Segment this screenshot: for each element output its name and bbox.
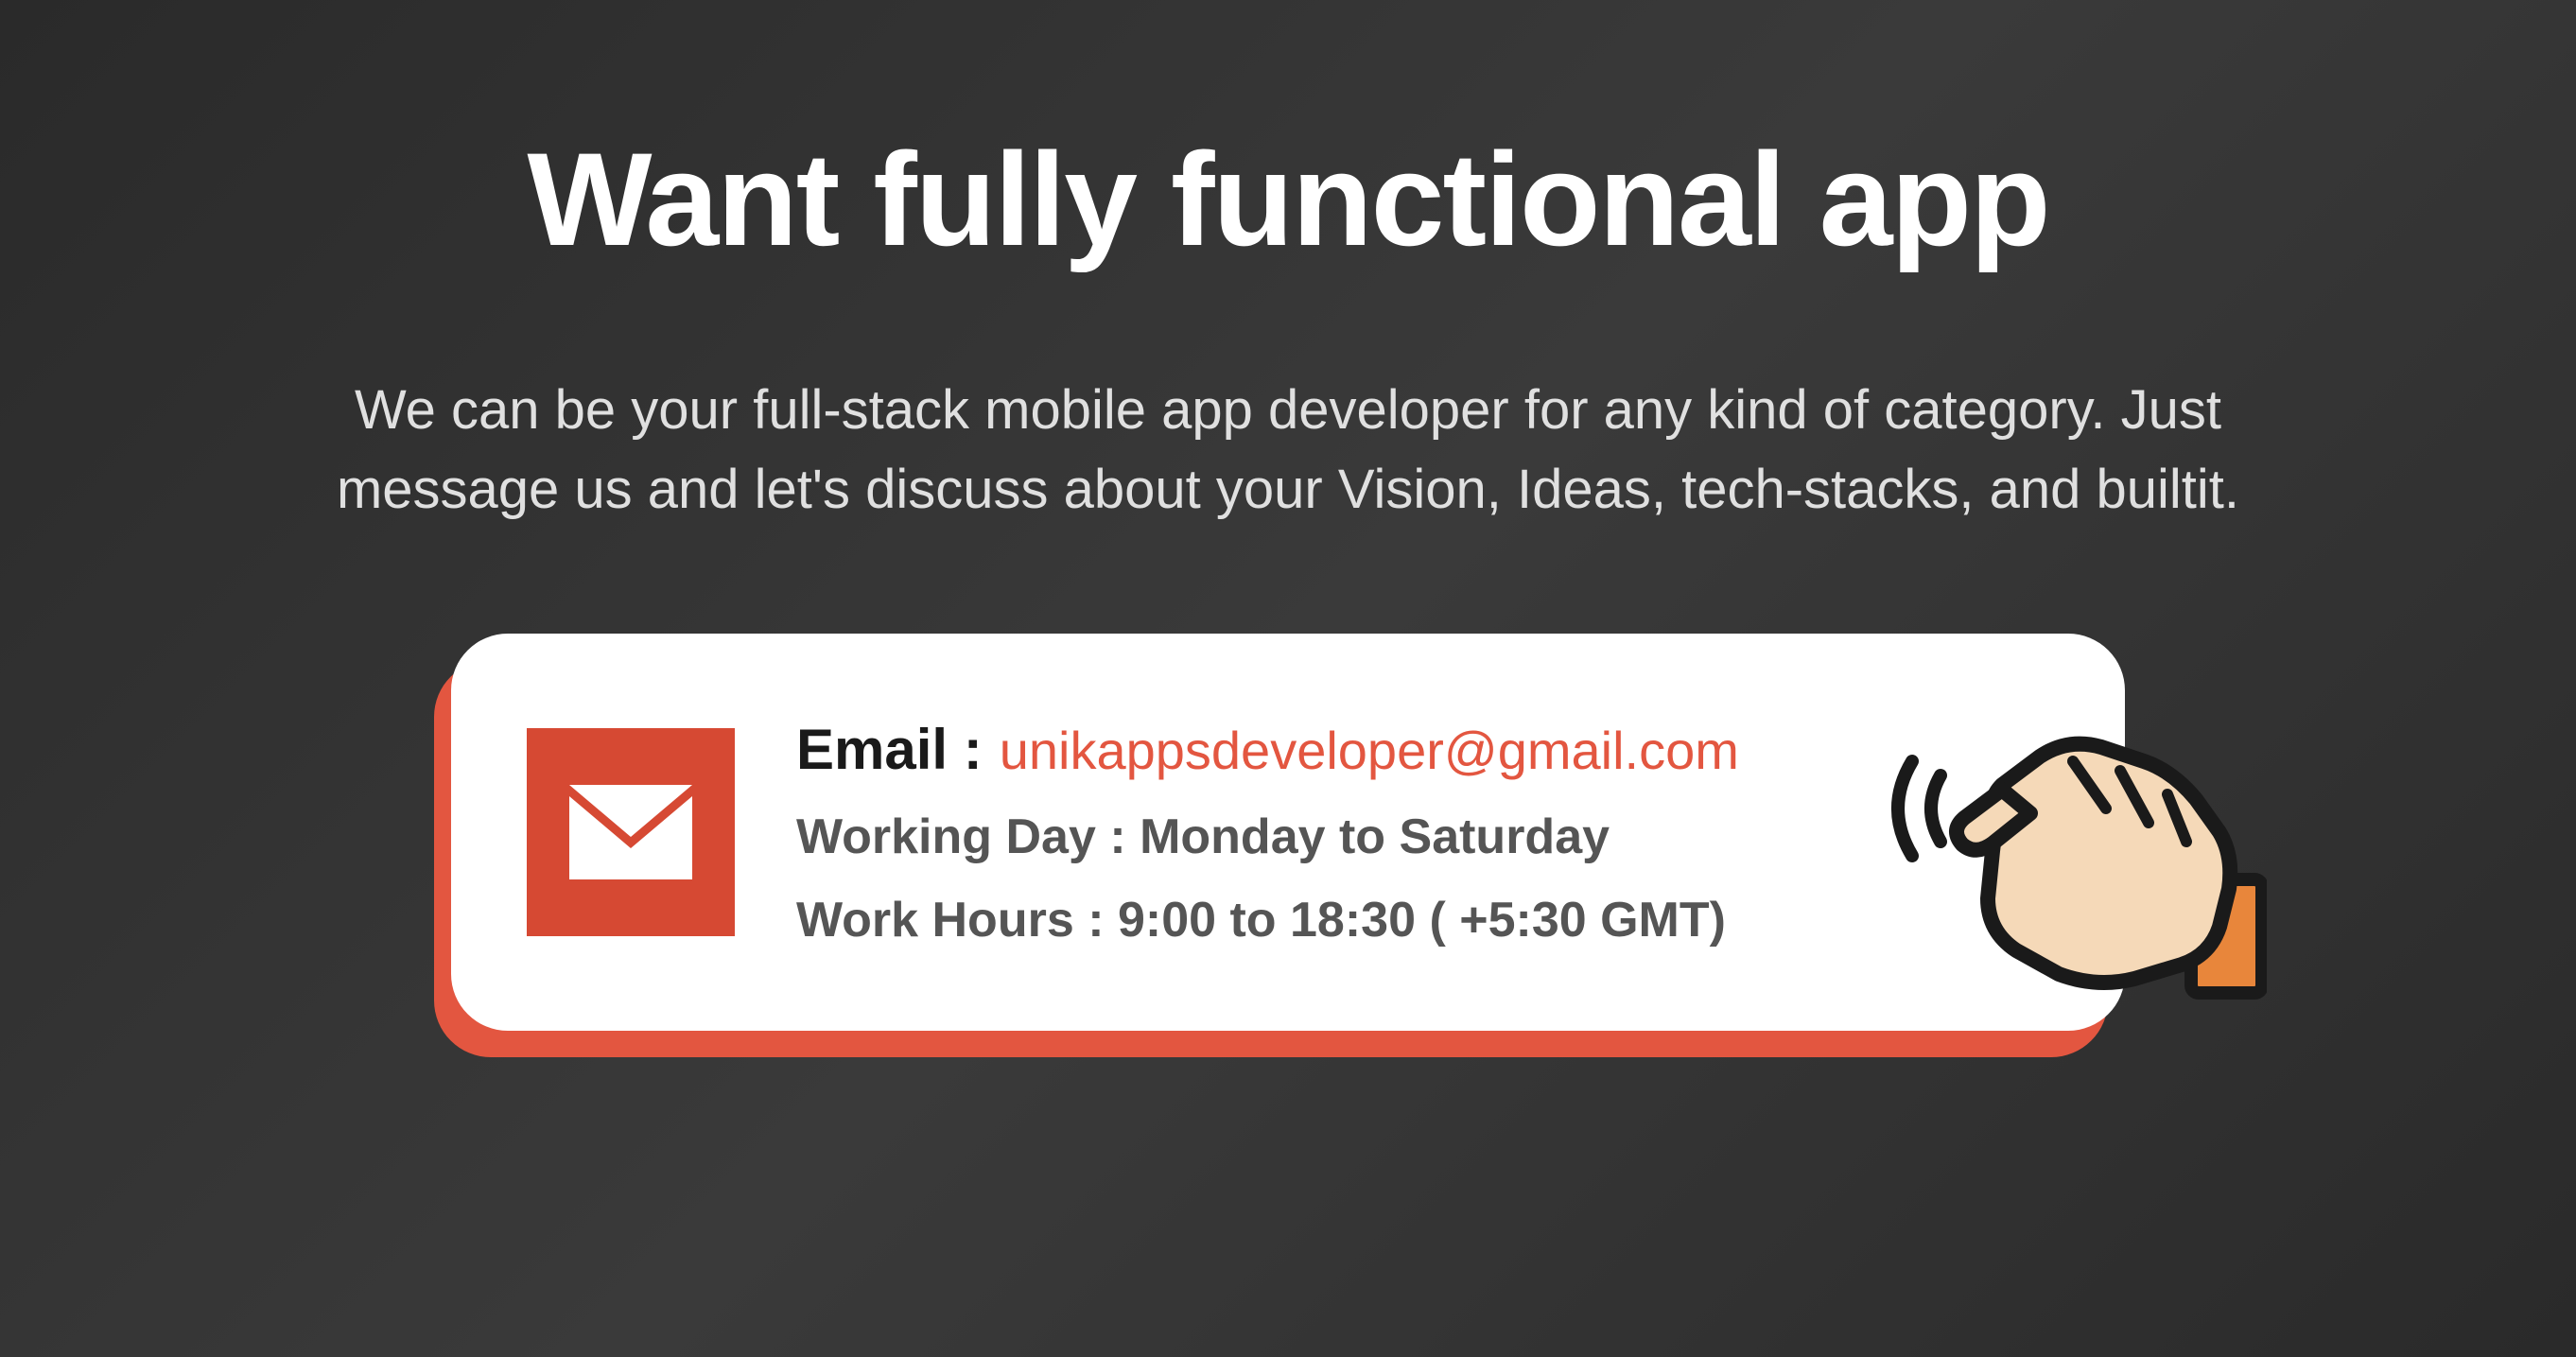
- working-day-row: Working Day : Monday to Saturday: [796, 809, 2049, 865]
- contact-info: Email : unikappsdeveloper@gmail.com Work…: [796, 717, 2049, 948]
- contact-card-wrapper: Email : unikappsdeveloper@gmail.com Work…: [451, 634, 2125, 1031]
- email-value[interactable]: unikappsdeveloper@gmail.com: [1000, 720, 1739, 781]
- contact-card[interactable]: Email : unikappsdeveloper@gmail.com Work…: [451, 634, 2125, 1031]
- click-hand-icon: [1870, 652, 2267, 1012]
- page-description: We can be your full-stack mobile app dev…: [295, 371, 2281, 530]
- work-hours-row: Work Hours : 9:00 to 18:30 ( +5:30 GMT): [796, 892, 2049, 948]
- email-row: Email : unikappsdeveloper@gmail.com: [796, 717, 2049, 782]
- page-heading: Want fully functional app: [527, 123, 2048, 276]
- mail-icon: [527, 728, 735, 936]
- email-label: Email :: [796, 717, 983, 782]
